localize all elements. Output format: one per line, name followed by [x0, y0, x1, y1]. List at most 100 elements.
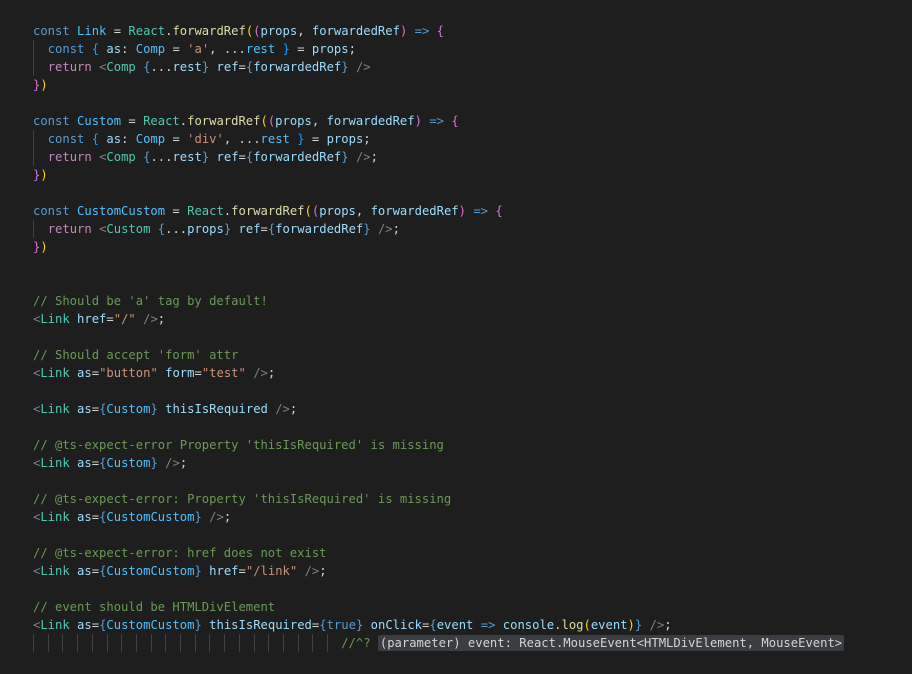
code-token: ...: [165, 222, 188, 236]
code-line[interactable]: <Link as={CustomCustom} href="/link" />;: [33, 562, 844, 580]
code-line[interactable]: [33, 256, 844, 274]
code-token: return: [47, 222, 100, 236]
code-token: Custom: [106, 402, 151, 416]
code-token: forwardedRef: [253, 150, 342, 164]
code-line[interactable]: <Link as="button" form="test" />;: [33, 364, 844, 382]
code-token: {: [495, 204, 503, 218]
code-line[interactable]: // @ts-expect-error Property 'thisIsRequ…: [33, 436, 844, 454]
code-line[interactable]: const CustomCustom = React.forwardRef((p…: [33, 202, 844, 220]
code-line[interactable]: //^? (parameter) event: React.MouseEvent…: [33, 634, 845, 652]
code-token: }: [150, 456, 158, 470]
indent-guide: [33, 634, 34, 652]
code-line[interactable]: <Link as={CustomCustom} />;: [33, 508, 844, 526]
code-token: "button": [99, 366, 158, 380]
code-line[interactable]: // Should be 'a' tag by default!: [33, 292, 844, 310]
code-token: {: [429, 618, 437, 632]
code-line[interactable]: <Link as={Custom} />;: [33, 454, 844, 472]
code-token: forwardedRef: [311, 24, 400, 38]
code-token: .: [179, 114, 188, 128]
code-line[interactable]: [33, 382, 844, 400]
code-token: =: [238, 60, 246, 74]
code-line[interactable]: [33, 274, 844, 292]
code-token: Custom: [106, 222, 151, 236]
code-token: const: [47, 42, 92, 56]
code-token: =: [289, 42, 312, 56]
code-token: // @ts-expect-error Property 'thisIsRequ…: [33, 438, 444, 452]
code-token: =>: [429, 114, 444, 128]
code-line[interactable]: [33, 328, 844, 346]
code-line[interactable]: const { as: Comp = 'a', ...rest } = prop…: [33, 40, 844, 58]
code-token: Link: [40, 312, 70, 326]
code-token: as: [106, 42, 122, 56]
code-token: return: [47, 150, 100, 164]
code-line[interactable]: return <Comp {...rest} ref={forwardedRef…: [33, 148, 844, 166]
code-token: =: [91, 510, 100, 524]
code-token: as: [77, 564, 92, 578]
code-line[interactable]: <Link href="/" />;: [33, 310, 844, 328]
code-token: ): [40, 168, 48, 182]
code-token: }: [150, 402, 158, 416]
code-token: =: [238, 564, 246, 578]
code-line[interactable]: return <Comp {...rest} ref={forwardedRef…: [33, 58, 844, 76]
code-token: const: [47, 132, 92, 146]
code-token: form: [165, 366, 195, 380]
code-token: rest: [260, 132, 290, 146]
indent-guide: [135, 634, 137, 652]
code-line[interactable]: return <Custom {...props} ref={forwarded…: [33, 220, 844, 238]
code-token: =: [165, 42, 188, 56]
code-token: event: [590, 618, 628, 632]
indent-guide: [47, 634, 49, 652]
code-token: />: [253, 366, 268, 380]
code-token: Custom: [106, 456, 151, 470]
code-line[interactable]: }): [33, 238, 844, 256]
code-token: const: [33, 114, 78, 128]
code-line[interactable]: <Link as={CustomCustom} thisIsRequired={…: [33, 616, 844, 634]
code-line[interactable]: [33, 472, 844, 490]
code-token: Link: [40, 618, 70, 632]
code-line[interactable]: // event should be HTMLDivElement: [33, 598, 844, 616]
code-token: (: [253, 24, 261, 38]
code-token: }: [341, 150, 349, 164]
code-line[interactable]: }): [33, 76, 844, 94]
indent-guide: [165, 634, 167, 652]
code-token: ...: [150, 60, 173, 74]
code-token: =: [304, 132, 327, 146]
indent-guide: [33, 148, 34, 166]
code-line[interactable]: [33, 526, 844, 544]
code-token: const: [33, 204, 78, 218]
code-line[interactable]: [33, 580, 844, 598]
code-line[interactable]: // Should accept 'form' attr: [33, 346, 844, 364]
code-token: =: [91, 456, 100, 470]
code-line[interactable]: [33, 418, 844, 436]
indent-guide: [62, 634, 64, 652]
code-editor[interactable]: const Link = React.forwardRef((props, fo…: [0, 0, 912, 674]
code-line[interactable]: [33, 94, 844, 112]
code-line[interactable]: const Custom = React.forwardRef((props, …: [33, 112, 844, 130]
code-token: ...: [150, 150, 173, 164]
code-token: React: [143, 114, 180, 128]
code-token: Custom: [77, 114, 122, 128]
code-token: />: [209, 510, 224, 524]
code-token: // @ts-expect-error: href does not exist: [33, 546, 327, 560]
code-token: ): [458, 204, 466, 218]
code-token: // Should be 'a' tag by default!: [33, 294, 268, 308]
code-token: onClick: [370, 618, 423, 632]
code-token: rest: [172, 150, 202, 164]
code-line[interactable]: const { as: Comp = 'div', ...rest } = pr…: [33, 130, 844, 148]
code-line[interactable]: // @ts-expect-error: Property 'thisIsReq…: [33, 490, 844, 508]
code-line[interactable]: // @ts-expect-error: href does not exist: [33, 544, 844, 562]
code-line[interactable]: <Link as={Custom} thisIsRequired />;: [33, 400, 844, 418]
code-line[interactable]: [33, 184, 844, 202]
code-line[interactable]: const Link = React.forwardRef((props, fo…: [33, 22, 844, 40]
code-line[interactable]: }): [33, 166, 844, 184]
